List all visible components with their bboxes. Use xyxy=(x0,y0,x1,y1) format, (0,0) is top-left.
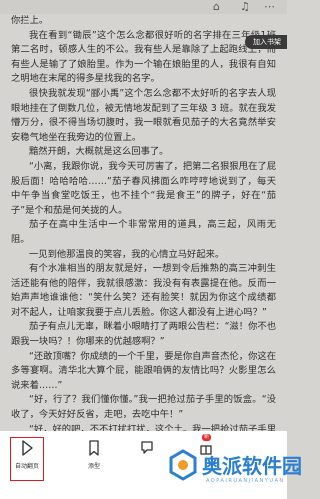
paragraph-2: 很快我就发现“郦小禹”这个怎么念都不太好听的名字去人现眼地挂在了倒数几位，被无情… xyxy=(11,87,276,143)
watermark-logo-icon xyxy=(169,449,197,481)
watermark-subtext: AOPAIRUANJIANYUAN xyxy=(206,478,285,484)
paragraph-1: 我在看到“锄辰”这个怎么念都很好听的名字排在三年级1班第二名时，顿感人生的不公。… xyxy=(11,29,276,85)
paragraph-8: 茄子有点儿无辜，眯着小眼睛打了两眼公告栏：“滋！你不也跟我一块吗？！你哪来的优越… xyxy=(11,321,276,348)
paragraph-0: 你拦上。 xyxy=(11,15,49,26)
paragraph-5: 茄子在高中生活中一个非常常用的道具，高三起，风雨无阻。 xyxy=(11,219,276,245)
paragraph-9: “还敢顶嘴？你成绩的一个千里，要是你自声音杰伦，你这在多等宴啊。清华北大算个屁，… xyxy=(11,350,276,391)
more-icon[interactable]: ⋯ xyxy=(264,1,275,13)
new-badge: 新 xyxy=(202,434,212,441)
paragraph-6: 一见到他那温良的笑容，我的心情立马好起来。 xyxy=(29,248,225,260)
paragraph-3: 黯然开朗，大概就是这么回事了。 xyxy=(29,146,169,158)
reader-content[interactable]: 你拦上。 我在看到“锄辰”这个怎么念都很好听的名字排在三年级1班第二名时，顿感人… xyxy=(0,14,287,431)
paragraph-4: “小离，我跟你说，我今天可厉害了，把第二名狠狠甩在了屁股后面！哈哈哈哈……”茄子… xyxy=(11,160,276,216)
auto-flip-highlight xyxy=(10,437,44,481)
add-to-bookshelf-button[interactable]: 加入书架 xyxy=(245,35,287,49)
paragraph-11: “好，好的吧，不不打扰打扰，这个土。我一把抢过茄子手里的饭盒，“没收了，今天好好… xyxy=(29,423,276,431)
paragraph-7: 有个水准相当的朋友就是好，一想到令后推熟的高三冲刺生活还能有他的陪伴，我就很感激… xyxy=(11,263,276,318)
top-bar: ⌂ ♫ ⋯ xyxy=(0,0,287,14)
watermark-text: 奥派软件园 xyxy=(202,454,302,478)
comment-icon xyxy=(141,441,153,454)
add-bookmark-button[interactable]: 添型 xyxy=(74,439,114,470)
comment-button[interactable] xyxy=(127,439,167,457)
home-icon[interactable]: ⌂ xyxy=(213,1,220,13)
add-label: 添型 xyxy=(87,463,100,470)
watermark: 奥派软件园 AOPAIRUANJIANYUAN xyxy=(166,446,302,496)
bookmark-icon xyxy=(89,440,99,456)
headphones-icon[interactable]: ♫ xyxy=(240,1,250,13)
paragraph-10: “好，行了？我们懂你懂。”我一把抢过茄子手里的饭盒。“没收了，今天好好反省，走吧… xyxy=(11,394,276,421)
